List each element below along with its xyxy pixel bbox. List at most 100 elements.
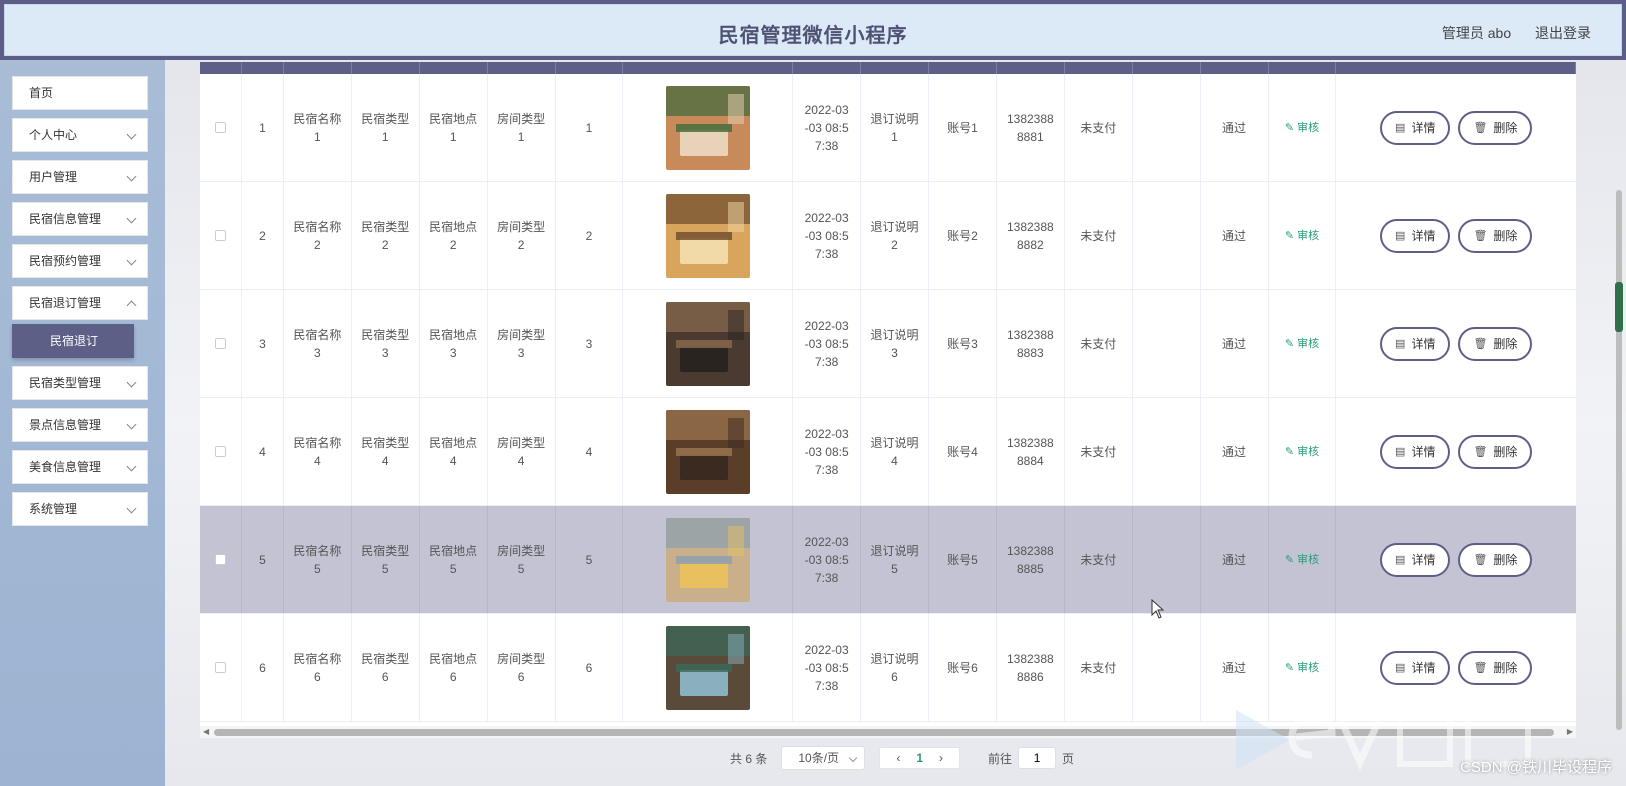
homestay-type: 民宿类型 4 xyxy=(361,435,410,468)
review-action-cell: ✎ 审核 xyxy=(1269,74,1337,181)
header-cell xyxy=(556,62,624,74)
sidebar-item-9[interactable]: 美食信息管理 xyxy=(12,450,148,484)
booking-count: 6 xyxy=(585,660,593,675)
sidebar-item-2[interactable]: 个人中心 xyxy=(12,118,148,152)
select-cell xyxy=(200,614,242,721)
detail-button[interactable]: ▤ 详情 xyxy=(1380,542,1451,577)
sidebar-subitem-refund[interactable]: 民宿退订 xyxy=(12,324,134,358)
goto-page-input[interactable] xyxy=(1018,747,1057,769)
document-icon: ▤ xyxy=(1395,338,1406,350)
sidebar-item-label: 系统管理 xyxy=(29,502,78,516)
scroll-right-icon[interactable]: ▶ xyxy=(1567,726,1573,738)
sidebar-item-6[interactable]: 民宿退订管理 xyxy=(12,286,148,320)
sidebar-item-10[interactable]: 系统管理 xyxy=(12,492,148,526)
row-index: 3 xyxy=(259,336,266,351)
row-checkbox[interactable] xyxy=(214,230,226,241)
sidebar-item-7[interactable]: 民宿类型管理 xyxy=(12,366,148,400)
detail-button[interactable]: ▤ 详情 xyxy=(1380,218,1451,253)
page-size-select[interactable]: 10条/页 xyxy=(781,746,866,770)
header-cell xyxy=(1201,62,1269,74)
homestay-type: 民宿类型 2 xyxy=(361,219,410,252)
detail-label: 详情 xyxy=(1411,229,1436,243)
payment-status-cell: 未支付 xyxy=(1065,506,1133,613)
review-link[interactable]: ✎ 审核 xyxy=(1285,119,1319,137)
row-index-cell: 5 xyxy=(242,506,284,613)
review-link[interactable]: ✎ 审核 xyxy=(1285,659,1319,677)
actions-cell: ▤ 详情 🗑 删除 xyxy=(1336,398,1576,505)
logout-link[interactable]: 退出登录 xyxy=(1535,25,1591,41)
scroll-left-icon[interactable]: ◀ xyxy=(203,726,209,738)
delete-button[interactable]: 🗑 删除 xyxy=(1458,218,1533,253)
booking-count: 2 xyxy=(585,228,593,243)
header-cell xyxy=(793,62,862,74)
pagination: 共 6 条 10条/页 ‹ 1 › 前往 页 xyxy=(730,746,1074,770)
sidebar-item-1[interactable]: 首页 xyxy=(12,76,148,110)
empty-cell xyxy=(1133,290,1201,397)
row-checkbox[interactable] xyxy=(214,338,226,349)
homestay-name-cell: 民宿名称 2 xyxy=(284,182,352,289)
detail-button[interactable]: ▤ 详情 xyxy=(1380,110,1451,145)
detail-label: 详情 xyxy=(1411,121,1436,135)
edit-icon: ✎ xyxy=(1284,553,1298,566)
row-index: 5 xyxy=(259,552,266,567)
top-header: 民宿管理微信小程序 管理员 abo 退出登录 xyxy=(0,0,1626,60)
header-cell xyxy=(1065,62,1133,74)
room-type: 房间类型 6 xyxy=(497,651,546,684)
detail-button[interactable]: ▤ 详情 xyxy=(1380,434,1451,469)
detail-button[interactable]: ▤ 详情 xyxy=(1380,326,1451,361)
delete-button[interactable]: 🗑 删除 xyxy=(1458,542,1533,577)
chevron-down-icon xyxy=(126,377,137,388)
prev-page-icon[interactable]: ‹ xyxy=(896,751,900,765)
delete-button[interactable]: 🗑 删除 xyxy=(1458,110,1533,145)
header-cell xyxy=(929,62,997,74)
table-row: 2 民宿名称 2 民宿类型 2 民宿地点 2 房间类型 2 2 2022-03 -03 08… xyxy=(200,182,1576,290)
row-checkbox[interactable] xyxy=(214,554,226,565)
next-page-icon[interactable]: › xyxy=(939,751,943,765)
row-index-cell: 6 xyxy=(242,614,284,721)
document-icon: ▤ xyxy=(1395,662,1406,674)
delete-button[interactable]: 🗑 删除 xyxy=(1458,326,1533,361)
review-link[interactable]: ✎ 审核 xyxy=(1285,443,1319,461)
homestay-location: 民宿地点 5 xyxy=(429,543,478,576)
delete-button[interactable]: 🗑 删除 xyxy=(1458,434,1533,469)
sidebar-item-label: 景点信息管理 xyxy=(29,418,102,432)
row-checkbox[interactable] xyxy=(214,446,226,457)
phone: 1382388 8884 xyxy=(1006,435,1054,468)
chevron-down-icon xyxy=(126,171,137,182)
row-checkbox[interactable] xyxy=(214,122,226,133)
homestay-name: 民宿名称 4 xyxy=(293,435,342,468)
room-type: 房间类型 4 xyxy=(497,435,546,468)
row-checkbox[interactable] xyxy=(214,662,226,673)
review-link[interactable]: ✎ 审核 xyxy=(1285,227,1319,245)
detail-button[interactable]: ▤ 详情 xyxy=(1380,650,1451,685)
homestay-name: 民宿名称 1 xyxy=(293,111,342,144)
review-label: 审核 xyxy=(1297,337,1320,350)
image-cell xyxy=(623,614,794,721)
sidebar-item-3[interactable]: 用户管理 xyxy=(12,160,148,194)
current-page[interactable]: 1 xyxy=(916,751,923,765)
review-link[interactable]: ✎ 审核 xyxy=(1285,551,1319,569)
account: 账号4 xyxy=(947,444,978,459)
refund-note: 退订说明 5 xyxy=(870,543,919,576)
sidebar-item-8[interactable]: 景点信息管理 xyxy=(12,408,148,442)
chevron-down-icon xyxy=(126,213,137,224)
select-cell xyxy=(200,74,242,181)
sidebar: 首页个人中心用户管理民宿信息管理 民宿预约管理 民宿退订管理 民宿退订民宿类型管理景点… xyxy=(0,60,165,786)
sidebar-item-5[interactable]: 民宿预约管理 xyxy=(12,244,148,278)
account: 账号5 xyxy=(947,552,978,567)
table-row: 1 民宿名称 1 民宿类型 1 民宿地点 1 房间类型 1 1 2022-03 -03 08… xyxy=(200,74,1576,182)
review-link[interactable]: ✎ 审核 xyxy=(1285,335,1319,353)
empty-cell xyxy=(1133,398,1201,505)
delete-button[interactable]: 🗑 删除 xyxy=(1458,650,1533,685)
refund-time-cell: 2022-03 -03 08:5 7:38 xyxy=(793,74,862,181)
booking-count-cell: 6 xyxy=(556,614,624,721)
document-icon: ▤ xyxy=(1395,122,1406,134)
actions-cell: ▤ 详情 🗑 删除 xyxy=(1336,290,1576,397)
vertical-scrollbar[interactable] xyxy=(1614,62,1624,786)
homestay-location-cell: 民宿地点 2 xyxy=(420,182,488,289)
table-row: 5 民宿名称 5 民宿类型 5 民宿地点 5 房间类型 5 5 2022-03 -03 08… xyxy=(200,506,1576,614)
vertical-scroll-thumb[interactable] xyxy=(1616,190,1622,730)
sidebar-item-4[interactable]: 民宿信息管理 xyxy=(12,202,148,236)
row-index-cell: 3 xyxy=(242,290,284,397)
header-cell xyxy=(623,62,794,74)
